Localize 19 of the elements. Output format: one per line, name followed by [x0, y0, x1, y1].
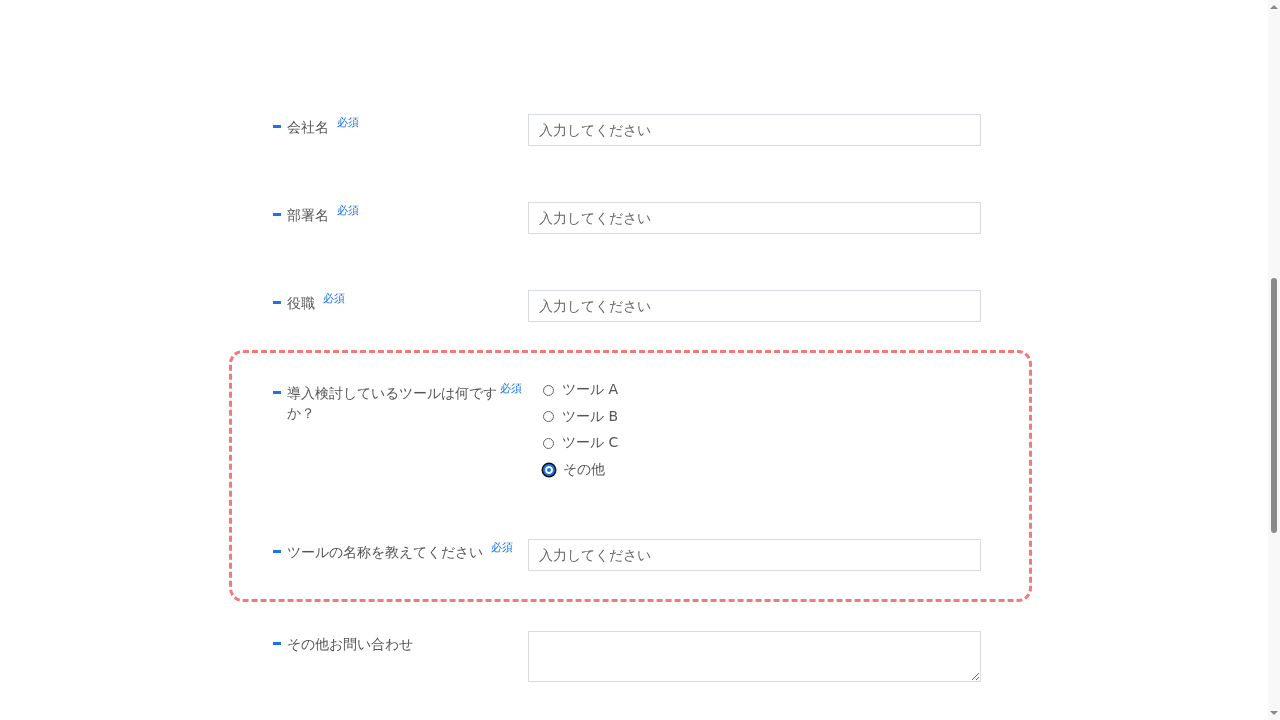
- input-field[interactable]: 入力してください: [528, 290, 981, 322]
- field-label: 導入検討しているツールは何ですか？: [287, 384, 498, 423]
- field-label: 役職: [287, 294, 315, 313]
- input-field[interactable]: 入力してください: [528, 114, 981, 146]
- required-label: 必須: [500, 381, 522, 397]
- required-label: 必須: [323, 291, 345, 307]
- field-label: ツールの名称を教えてください: [287, 543, 483, 562]
- input-field[interactable]: 入力してください: [528, 202, 981, 234]
- required-label: 必須: [337, 203, 359, 219]
- field-label: その他お問い合わせ: [287, 635, 413, 654]
- option-label[interactable]: ツール B: [562, 407, 619, 426]
- required-label: 必須: [337, 115, 359, 131]
- option-label[interactable]: その他: [563, 460, 605, 479]
- field-label: 部署名: [287, 206, 329, 225]
- required-label: 必須: [491, 540, 513, 556]
- field-label: 会社名: [287, 118, 329, 137]
- input-field[interactable]: 入力してください: [528, 539, 981, 571]
- option-label[interactable]: ツール A: [562, 381, 619, 400]
- option-label[interactable]: ツール C: [562, 434, 619, 453]
